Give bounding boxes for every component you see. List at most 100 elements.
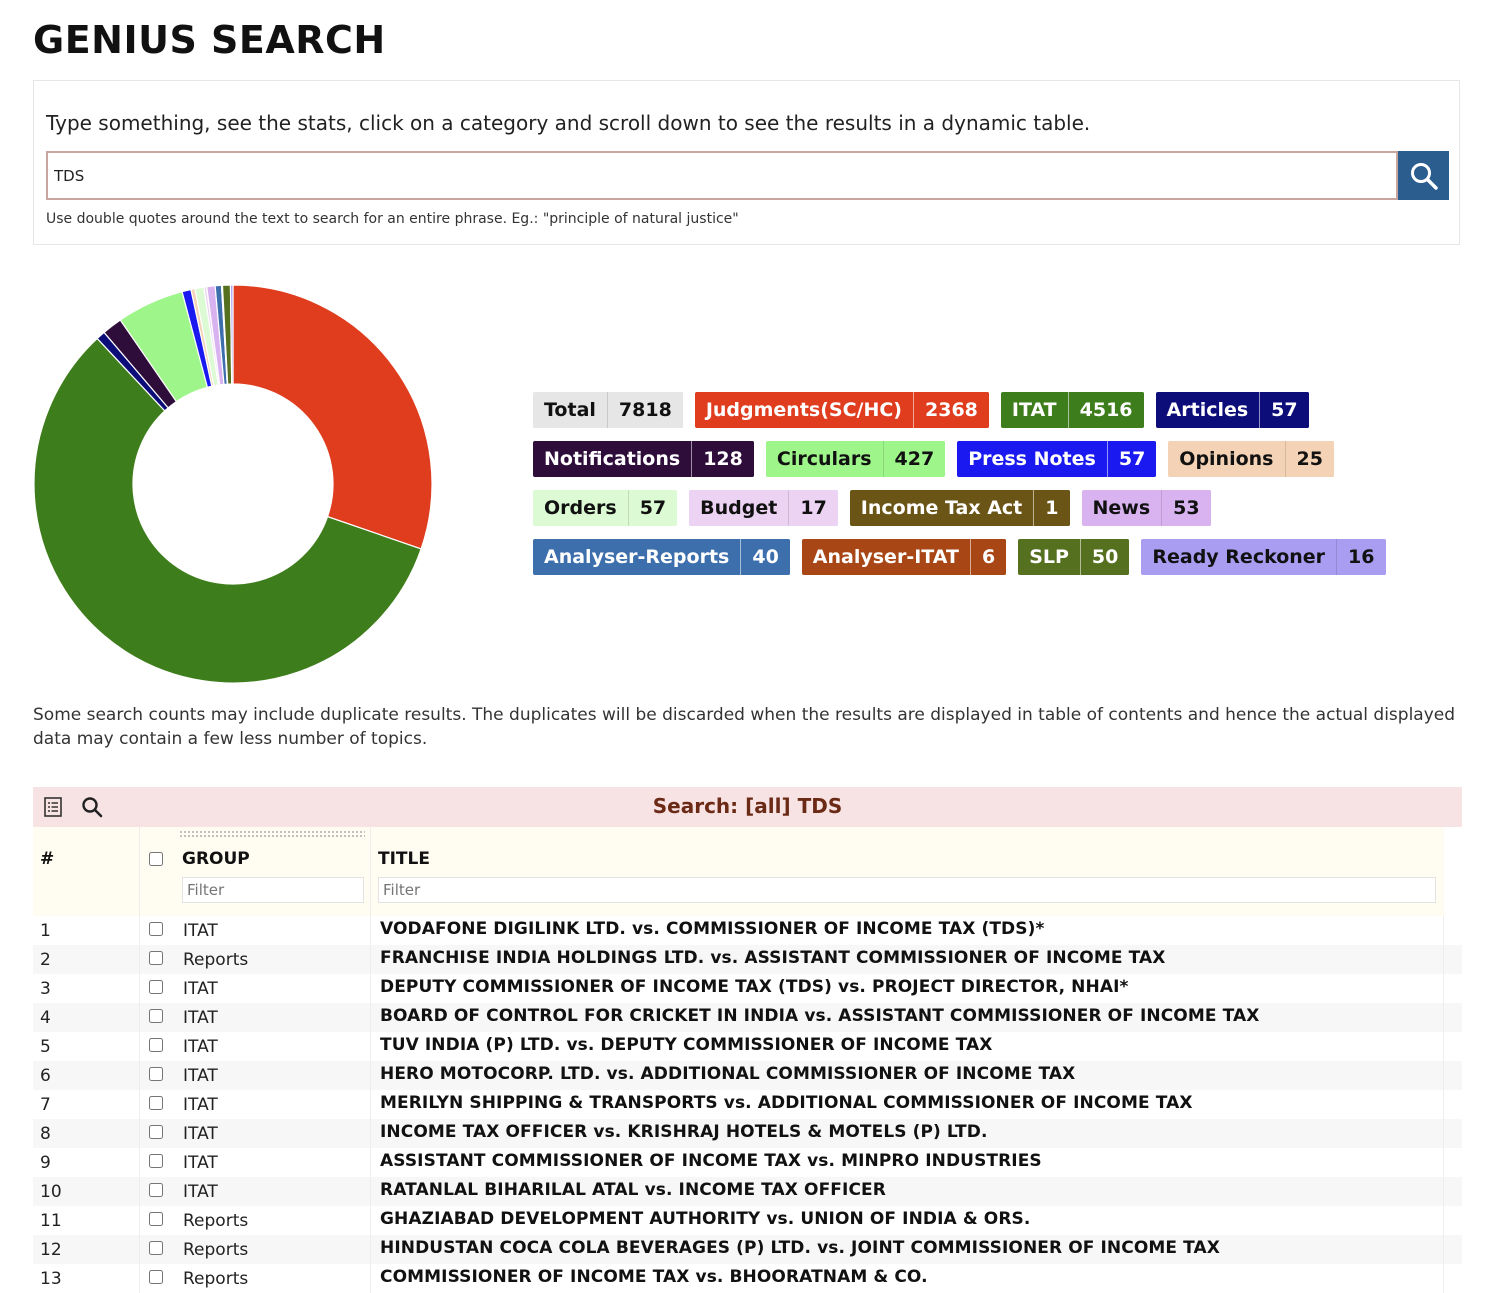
table-row[interactable]: 13 Reports COMMISSIONER OF INCOME TAX vs. … bbox=[33, 1264, 1462, 1293]
search-input[interactable] bbox=[46, 151, 1398, 200]
category-label: Opinions bbox=[1179, 448, 1274, 470]
column-header-title[interactable]: TITLE bbox=[378, 849, 430, 869]
category-badge-itat[interactable]: ITAT 4516 bbox=[1000, 392, 1144, 428]
row-title-link[interactable]: HINDUSTAN COCA COLA BEVERAGES (P) LTD. v… bbox=[380, 1238, 1220, 1258]
category-count: 128 bbox=[691, 441, 754, 477]
table-row[interactable]: 1 ITAT VODAFONE DIGILINK LTD. vs. COMMISSI… bbox=[33, 916, 1462, 945]
row-group: ITAT bbox=[183, 1095, 218, 1115]
category-badge-orders[interactable]: Orders 57 bbox=[533, 490, 678, 526]
column-divider bbox=[1443, 916, 1444, 945]
row-group: Reports bbox=[183, 1269, 249, 1289]
row-checkbox[interactable] bbox=[149, 1096, 163, 1110]
column-divider bbox=[370, 974, 371, 1003]
category-badge-analyser-itat[interactable]: Analyser-ITAT 6 bbox=[801, 539, 1007, 575]
column-divider bbox=[139, 1177, 140, 1206]
group-filter-input[interactable] bbox=[182, 877, 364, 903]
row-title-link[interactable]: COMMISSIONER OF INCOME TAX vs. BHOORATNA… bbox=[380, 1267, 928, 1287]
category-badge-news[interactable]: News 53 bbox=[1081, 490, 1211, 526]
column-header-group[interactable]: GROUP bbox=[182, 849, 250, 869]
search-button[interactable] bbox=[1398, 151, 1449, 200]
row-checkbox[interactable] bbox=[149, 1212, 163, 1226]
column-divider bbox=[1443, 945, 1444, 974]
category-badge-budget[interactable]: Budget 17 bbox=[689, 490, 838, 526]
table-row[interactable]: 8 ITAT INCOME TAX OFFICER vs. KRISHRAJ HOT… bbox=[33, 1119, 1462, 1148]
row-checkbox[interactable] bbox=[149, 951, 163, 965]
row-checkbox[interactable] bbox=[149, 1154, 163, 1168]
table-row[interactable]: 4 ITAT BOARD OF CONTROL FOR CRICKET IN IND… bbox=[33, 1003, 1462, 1032]
row-title-link[interactable]: VODAFONE DIGILINK LTD. vs. COMMISSIONER … bbox=[380, 919, 1044, 939]
column-divider bbox=[1443, 1177, 1444, 1206]
table-row[interactable]: 2 Reports FRANCHISE INDIA HOLDINGS LTD. vs… bbox=[33, 945, 1462, 974]
row-title-link[interactable]: TUV INDIA (P) LTD. vs. DEPUTY COMMISSION… bbox=[380, 1035, 992, 1055]
table-row[interactable]: 11 Reports GHAZIABAD DEVELOPMENT AUTHORITY… bbox=[33, 1206, 1462, 1235]
table-title: Search: [all] TDS bbox=[652, 794, 843, 818]
title-filter-input[interactable] bbox=[378, 877, 1436, 903]
category-badge-notifications[interactable]: Notifications 128 bbox=[533, 441, 754, 477]
donut-slice-judgments-sc-hc[interactable] bbox=[232, 284, 433, 550]
category-badge-income-tax-act[interactable]: Income Tax Act 1 bbox=[849, 490, 1070, 526]
row-title-link[interactable]: GHAZIABAD DEVELOPMENT AUTHORITY vs. UNIO… bbox=[380, 1209, 1030, 1229]
row-checkbox[interactable] bbox=[149, 980, 163, 994]
row-number: 10 bbox=[40, 1182, 62, 1202]
table-of-contents-button[interactable] bbox=[39, 793, 67, 821]
column-divider bbox=[1443, 1003, 1444, 1032]
row-title-link[interactable]: ASSISTANT COMMISSIONER OF INCOME TAX vs.… bbox=[380, 1151, 1042, 1171]
row-checkbox[interactable] bbox=[149, 1009, 163, 1023]
table-row[interactable]: 3 ITAT DEPUTY COMMISSIONER OF INCOME TAX (… bbox=[33, 974, 1462, 1003]
row-title-link[interactable]: MERILYN SHIPPING & TRANSPORTS vs. ADDITI… bbox=[380, 1093, 1193, 1113]
table-row[interactable]: 10 ITAT RATANLAL BIHARILAL ATAL vs. INCOME… bbox=[33, 1177, 1462, 1206]
row-checkbox[interactable] bbox=[149, 1125, 163, 1139]
row-group: Reports bbox=[183, 950, 249, 970]
column-divider bbox=[370, 1264, 371, 1293]
category-badge-slp[interactable]: SLP 50 bbox=[1018, 539, 1130, 575]
category-count: 1 bbox=[1033, 490, 1070, 526]
category-badge-opinions[interactable]: Opinions 25 bbox=[1168, 441, 1334, 477]
category-count: 57 bbox=[1106, 441, 1157, 477]
table-search-button[interactable] bbox=[78, 793, 106, 821]
row-number: 12 bbox=[40, 1240, 62, 1260]
table-row[interactable]: 6 ITAT HERO MOTOCORP. LTD. vs. ADDITIONAL … bbox=[33, 1061, 1462, 1090]
column-divider bbox=[370, 1061, 371, 1090]
row-title-link[interactable]: HERO MOTOCORP. LTD. vs. ADDITIONAL COMMI… bbox=[380, 1064, 1075, 1084]
category-label: SLP bbox=[1029, 546, 1069, 568]
row-title-link[interactable]: INCOME TAX OFFICER vs. KRISHRAJ HOTELS &… bbox=[380, 1122, 988, 1142]
category-count: 427 bbox=[882, 441, 946, 477]
row-number: 9 bbox=[40, 1153, 51, 1173]
table-row[interactable]: 9 ITAT ASSISTANT COMMISSIONER OF INCOME TA… bbox=[33, 1148, 1462, 1177]
search-icon bbox=[1410, 162, 1438, 190]
column-divider bbox=[139, 1032, 140, 1061]
table-toolbar: Search: [all] TDS bbox=[33, 787, 1462, 827]
category-label: Press Notes bbox=[968, 448, 1096, 470]
category-badge-circulars[interactable]: Circulars 427 bbox=[765, 441, 946, 477]
category-badge-articles[interactable]: Articles 57 bbox=[1155, 392, 1309, 428]
select-all-checkbox[interactable] bbox=[149, 852, 163, 866]
table-row[interactable]: 7 ITAT MERILYN SHIPPING & TRANSPORTS vs. A… bbox=[33, 1090, 1462, 1119]
row-title-link[interactable]: FRANCHISE INDIA HOLDINGS LTD. vs. ASSIST… bbox=[380, 948, 1165, 968]
row-checkbox[interactable] bbox=[149, 1241, 163, 1255]
category-badge-total[interactable]: Total 7818 bbox=[533, 392, 683, 428]
category-badge-analyser-reports[interactable]: Analyser-Reports 40 bbox=[533, 539, 790, 575]
row-checkbox[interactable] bbox=[149, 1067, 163, 1081]
category-label: Income Tax Act bbox=[860, 497, 1023, 519]
category-badge-judgments-sc-hc[interactable]: Judgments(SC/HC) 2368 bbox=[694, 392, 989, 428]
column-drag-handle[interactable] bbox=[179, 830, 365, 839]
row-group: ITAT bbox=[183, 1066, 218, 1086]
row-checkbox[interactable] bbox=[149, 1038, 163, 1052]
row-checkbox[interactable] bbox=[149, 1183, 163, 1197]
row-number: 7 bbox=[40, 1095, 51, 1115]
row-number: 2 bbox=[40, 950, 51, 970]
category-badge-press-notes[interactable]: Press Notes 57 bbox=[957, 441, 1157, 477]
row-title-link[interactable]: DEPUTY COMMISSIONER OF INCOME TAX (TDS) … bbox=[380, 977, 1129, 997]
row-checkbox[interactable] bbox=[149, 1270, 163, 1284]
category-badge-ready-reckoner[interactable]: Ready Reckoner 16 bbox=[1141, 539, 1386, 575]
row-checkbox[interactable] bbox=[149, 922, 163, 936]
row-title-link[interactable]: BOARD OF CONTROL FOR CRICKET IN INDIA vs… bbox=[380, 1006, 1259, 1026]
row-number: 4 bbox=[40, 1008, 51, 1028]
row-title-link[interactable]: RATANLAL BIHARILAL ATAL vs. INCOME TAX O… bbox=[380, 1180, 886, 1200]
table-row[interactable]: 12 Reports HINDUSTAN COCA COLA BEVERAGES (… bbox=[33, 1235, 1462, 1264]
table-row[interactable]: 5 ITAT TUV INDIA (P) LTD. vs. DEPUTY COMMI… bbox=[33, 1032, 1462, 1061]
category-label: Budget bbox=[700, 497, 778, 519]
column-divider bbox=[139, 827, 140, 916]
category-label: Circulars bbox=[776, 448, 872, 470]
row-group: ITAT bbox=[183, 921, 218, 941]
